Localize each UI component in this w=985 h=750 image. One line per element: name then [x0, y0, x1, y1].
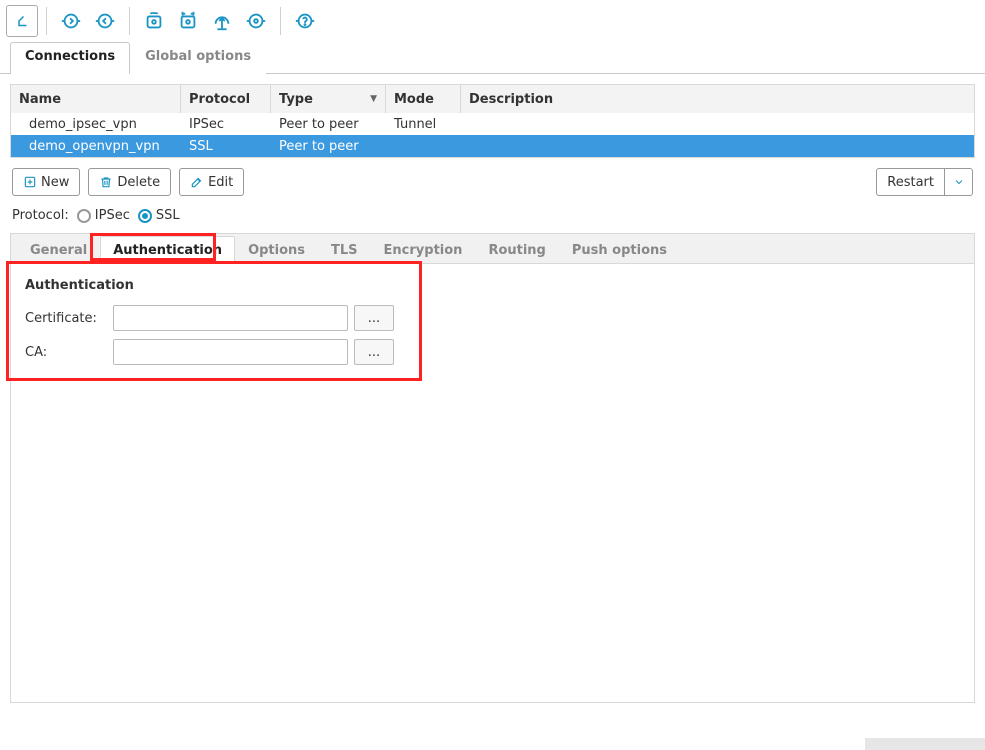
- new-button-label: New: [41, 175, 69, 190]
- new-button[interactable]: New: [12, 168, 80, 196]
- inner-tabs: General Authentication Options TLS Encry…: [10, 233, 975, 263]
- table-row[interactable]: demo_ipsec_vpn IPSec Peer to peer Tunnel: [11, 113, 974, 135]
- tab-encryption[interactable]: Encryption: [371, 236, 476, 264]
- protocol-option-ssl[interactable]: SSL: [138, 208, 180, 223]
- upload-icon[interactable]: [206, 5, 238, 37]
- col-header-type-label: Type: [279, 92, 313, 107]
- tab-global-options[interactable]: Global options: [130, 42, 266, 74]
- radio-checked-icon: [138, 209, 152, 223]
- back-icon[interactable]: [6, 5, 38, 37]
- gear-circle-icon[interactable]: [240, 5, 272, 37]
- table-row[interactable]: demo_openvpn_vpn SSL Peer to peer: [11, 135, 974, 157]
- protocol-option-ipsec[interactable]: IPSec: [77, 208, 130, 223]
- cell-type: Peer to peer: [271, 117, 386, 132]
- footer-bar: [865, 738, 985, 750]
- radio-icon: [77, 209, 91, 223]
- cell-name: demo_ipsec_vpn: [11, 117, 181, 132]
- connections-grid: Name Protocol Type ▼ Mode Description de…: [10, 84, 975, 158]
- delete-button[interactable]: Delete: [88, 168, 171, 196]
- help-icon[interactable]: [289, 5, 321, 37]
- restart-button-label: Restart: [887, 175, 934, 190]
- sort-desc-icon: ▼: [370, 94, 377, 104]
- plus-icon: [23, 175, 37, 189]
- grid-header: Name Protocol Type ▼ Mode Description: [11, 85, 974, 113]
- certificate-row: Certificate: ...: [25, 305, 960, 331]
- tab-options[interactable]: Options: [235, 236, 318, 264]
- protocol-label: Protocol:: [12, 208, 69, 223]
- auth-panel: Authentication Certificate: ... CA: ...: [10, 263, 975, 703]
- edit-button-label: Edit: [208, 175, 233, 190]
- auth-title: Authentication: [25, 278, 960, 293]
- tab-general[interactable]: General: [17, 236, 100, 264]
- col-header-description[interactable]: Description: [461, 85, 974, 113]
- circle-arrow-right-icon[interactable]: [55, 5, 87, 37]
- eye-gear-icon[interactable]: [138, 5, 170, 37]
- ca-row: CA: ...: [25, 339, 960, 365]
- col-header-type[interactable]: Type ▼: [271, 85, 386, 113]
- protocol-row: Protocol: IPSec SSL: [10, 202, 975, 233]
- protocol-option-ssl-label: SSL: [156, 208, 180, 223]
- ca-label: CA:: [25, 345, 107, 360]
- cell-type: Peer to peer: [271, 139, 386, 154]
- restart-button[interactable]: Restart: [876, 168, 945, 196]
- cell-protocol: IPSec: [181, 117, 271, 132]
- col-header-mode[interactable]: Mode: [386, 85, 461, 113]
- certificate-browse-button[interactable]: ...: [354, 305, 394, 331]
- restart-button-group: Restart: [876, 168, 973, 196]
- delete-button-label: Delete: [117, 175, 160, 190]
- tab-push-options[interactable]: Push options: [559, 236, 680, 264]
- certificate-label: Certificate:: [25, 311, 107, 326]
- toolbar-separator: [129, 7, 130, 35]
- chevron-down-icon: [953, 176, 965, 188]
- toolbar-separator: [46, 7, 47, 35]
- cell-protocol: SSL: [181, 139, 271, 154]
- gear-sync-icon[interactable]: [172, 5, 204, 37]
- tab-connections[interactable]: Connections: [10, 42, 130, 74]
- grid-action-bar: New Delete Edit Restart: [10, 158, 975, 202]
- tab-tls[interactable]: TLS: [318, 236, 371, 264]
- col-header-protocol[interactable]: Protocol: [181, 85, 271, 113]
- top-tabs: Connections Global options: [0, 42, 985, 74]
- circle-arrow-left-icon[interactable]: [89, 5, 121, 37]
- tab-routing[interactable]: Routing: [475, 236, 558, 264]
- ca-browse-button[interactable]: ...: [354, 339, 394, 365]
- cell-mode: Tunnel: [386, 117, 461, 132]
- ca-input[interactable]: [113, 339, 348, 365]
- protocol-option-ipsec-label: IPSec: [95, 208, 130, 223]
- restart-dropdown[interactable]: [945, 168, 973, 196]
- edit-button[interactable]: Edit: [179, 168, 244, 196]
- col-header-name[interactable]: Name: [11, 85, 181, 113]
- toolbar-separator: [280, 7, 281, 35]
- edit-icon: [190, 175, 204, 189]
- certificate-input[interactable]: [113, 305, 348, 331]
- main-toolbar: [0, 0, 985, 42]
- cell-name: demo_openvpn_vpn: [11, 139, 181, 154]
- tab-authentication[interactable]: Authentication: [100, 236, 235, 264]
- trash-icon: [99, 175, 113, 189]
